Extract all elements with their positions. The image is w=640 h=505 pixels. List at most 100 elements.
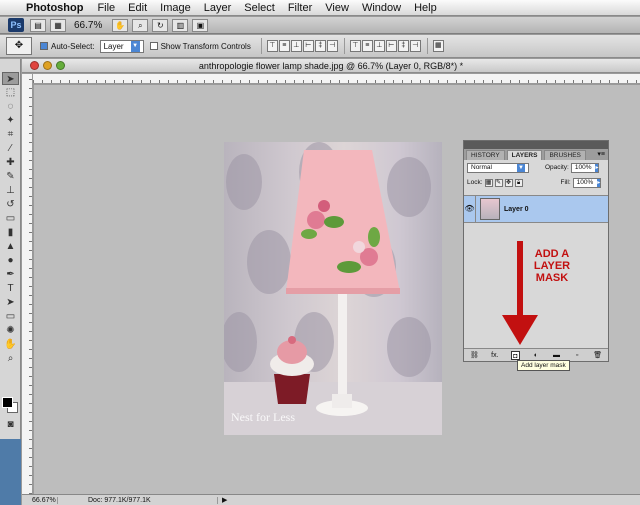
lasso-tool-icon[interactable]: ◌ — [2, 100, 19, 113]
adjustment-layer-icon[interactable]: ◐ — [531, 351, 540, 360]
blend-mode-dropdown[interactable]: Normal ▼ — [467, 162, 529, 173]
history-brush-tool-icon[interactable]: ↺ — [2, 198, 19, 211]
lock-label: Lock: — [467, 179, 483, 186]
visibility-eye-icon[interactable]: 👁︎ — [464, 196, 476, 222]
marquee-tool-icon[interactable]: ⬚ — [2, 86, 19, 99]
blend-mode-value: Normal — [471, 164, 492, 171]
bridge-icon[interactable]: ▤ — [30, 18, 46, 32]
tab-layers[interactable]: LAYERS — [506, 150, 543, 160]
color-swatches[interactable] — [2, 397, 18, 413]
distribute-top-icon[interactable]: ⊤ — [349, 40, 361, 52]
shape-tool-icon[interactable]: ▭ — [2, 310, 19, 323]
fill-field[interactable]: 100% ▸ — [572, 177, 601, 188]
screen-mode-icon[interactable]: ▣ — [192, 18, 209, 32]
zoom-level-select[interactable]: 66.7% — [74, 20, 102, 31]
opacity-field[interactable]: 100% ▸ — [570, 162, 599, 173]
document-photo[interactable]: Nest for Less — [224, 142, 442, 435]
distribute-center-icon[interactable]: ‡ — [397, 40, 409, 52]
view-extras-icon[interactable]: ▦ — [50, 18, 66, 32]
lock-transparent-icon[interactable]: ▦ — [484, 178, 493, 187]
show-transform-label: Show Transform Controls — [160, 41, 251, 51]
gradient-tool-icon[interactable]: ▮ — [2, 226, 19, 239]
minimize-window-button[interactable] — [43, 61, 52, 70]
path-selection-tool-icon[interactable]: ➤ — [2, 296, 19, 309]
move-tool-preset-icon[interactable]: ✥ — [6, 37, 32, 55]
layer-name[interactable]: Layer 0 — [504, 206, 529, 213]
pen-tool-icon[interactable]: ✒ — [2, 268, 19, 281]
distribute-bottom-icon[interactable]: ⊥ — [373, 40, 385, 52]
clone-stamp-tool-icon[interactable]: ⊥ — [2, 184, 19, 197]
eraser-tool-icon[interactable]: ▭ — [2, 212, 19, 225]
tab-history[interactable]: HISTORY — [466, 150, 505, 160]
status-menu-arrow-icon[interactable]: ▶ — [222, 496, 227, 504]
menu-filter[interactable]: Filter — [288, 2, 312, 14]
hand-tool-icon[interactable]: ✋ — [112, 18, 129, 32]
layer-row[interactable]: 👁︎ Layer 0 — [464, 195, 608, 223]
align-bottom-icon[interactable]: ⊥ — [290, 40, 302, 52]
zoom-window-button[interactable] — [56, 61, 65, 70]
horizontal-ruler[interactable] — [33, 74, 640, 84]
lock-row: Lock: ▦ ✎ ✥ 🔒︎ Fill: 100% ▸ — [464, 175, 608, 190]
type-tool-icon[interactable]: T — [2, 282, 19, 295]
panel-header[interactable] — [464, 141, 608, 149]
fill-value: 100% — [576, 179, 594, 186]
rotate-view-icon[interactable]: ↻ — [152, 18, 169, 32]
status-zoom[interactable]: 66.67% — [22, 496, 58, 504]
panel-tabs: HISTORY LAYERS BRUSHES ▾≡ — [464, 149, 608, 160]
menu-view[interactable]: View — [325, 2, 349, 14]
layer-style-icon[interactable]: fx. — [490, 351, 499, 360]
menu-edit[interactable]: Edit — [128, 2, 147, 14]
menu-window[interactable]: Window — [362, 2, 401, 14]
blur-tool-icon[interactable]: ▲ — [2, 240, 19, 253]
desktop-background — [0, 439, 21, 505]
auto-select-dropdown[interactable]: Layer ▼ — [99, 39, 144, 53]
status-bar: 66.67% Doc: 977.1K/977.1K ▶ — [22, 494, 640, 505]
photoshop-logo: Ps — [8, 18, 24, 32]
menu-layer[interactable]: Layer — [204, 2, 232, 14]
3d-tool-icon[interactable]: ✺ — [2, 324, 19, 337]
lock-image-icon[interactable]: ✎ — [494, 178, 503, 187]
brush-tool-icon[interactable]: ✎ — [2, 170, 19, 183]
show-transform-checkbox[interactable] — [149, 42, 158, 50]
distribute-left-icon[interactable]: ⊢ — [385, 40, 397, 52]
align-top-icon[interactable]: ⊤ — [266, 40, 278, 52]
dodge-tool-icon[interactable]: ● — [2, 254, 19, 267]
zoom-tool-icon[interactable]: ⌕ — [2, 352, 19, 365]
menu-help[interactable]: Help — [414, 2, 437, 14]
tab-brushes[interactable]: BRUSHES — [544, 150, 586, 160]
lock-all-icon[interactable]: 🔒︎ — [514, 178, 523, 187]
quick-mask-icon[interactable]: ◙ — [2, 418, 19, 431]
zoom-tool-icon[interactable]: ⌕ — [132, 18, 149, 32]
crop-tool-icon[interactable]: ⌗ — [2, 128, 19, 141]
menu-app-name[interactable]: Photoshop — [26, 2, 83, 14]
distribute-right-icon[interactable]: ⊣ — [409, 40, 421, 52]
menu-select[interactable]: Select — [244, 2, 275, 14]
distribute-middle-icon[interactable]: ≡ — [361, 40, 373, 52]
link-layers-icon[interactable]: ⛓ — [470, 351, 479, 360]
screen-arrange-icon[interactable]: ▥ — [172, 18, 189, 32]
magic-wand-tool-icon[interactable]: ✦ — [2, 114, 19, 127]
healing-brush-tool-icon[interactable]: ✚ — [2, 156, 19, 169]
eyedropper-tool-icon[interactable]: ⁄ — [2, 142, 19, 155]
panel-menu-icon[interactable]: ▾≡ — [597, 150, 605, 158]
add-layer-mask-icon[interactable]: ◘ — [510, 350, 520, 360]
hand-tool-icon[interactable]: ✋ — [2, 338, 19, 351]
foreground-color-swatch[interactable] — [2, 397, 13, 408]
trash-icon[interactable]: 🗑︎ — [593, 351, 602, 360]
close-window-button[interactable] — [30, 61, 39, 70]
align-middle-icon[interactable]: ≡ — [278, 40, 290, 52]
menu-file[interactable]: File — [97, 2, 115, 14]
auto-align-icon[interactable]: ▦ — [432, 40, 444, 52]
auto-select-checkbox[interactable] — [40, 42, 48, 50]
menu-image[interactable]: Image — [160, 2, 191, 14]
align-center-icon[interactable]: ‡ — [314, 40, 326, 52]
lock-position-icon[interactable]: ✥ — [504, 178, 513, 187]
layers-panel: HISTORY LAYERS BRUSHES ▾≡ Normal ▼ Opaci… — [463, 140, 609, 362]
new-group-icon[interactable]: ▬ — [552, 351, 561, 360]
blend-row: Normal ▼ Opacity: 100% ▸ — [464, 160, 608, 175]
move-tool-icon[interactable]: ➤ — [2, 72, 19, 85]
align-right-icon[interactable]: ⊣ — [326, 40, 338, 52]
new-layer-icon[interactable]: ▫ — [573, 351, 582, 360]
align-left-icon[interactable]: ⊢ — [302, 40, 314, 52]
vertical-ruler[interactable] — [22, 74, 33, 494]
